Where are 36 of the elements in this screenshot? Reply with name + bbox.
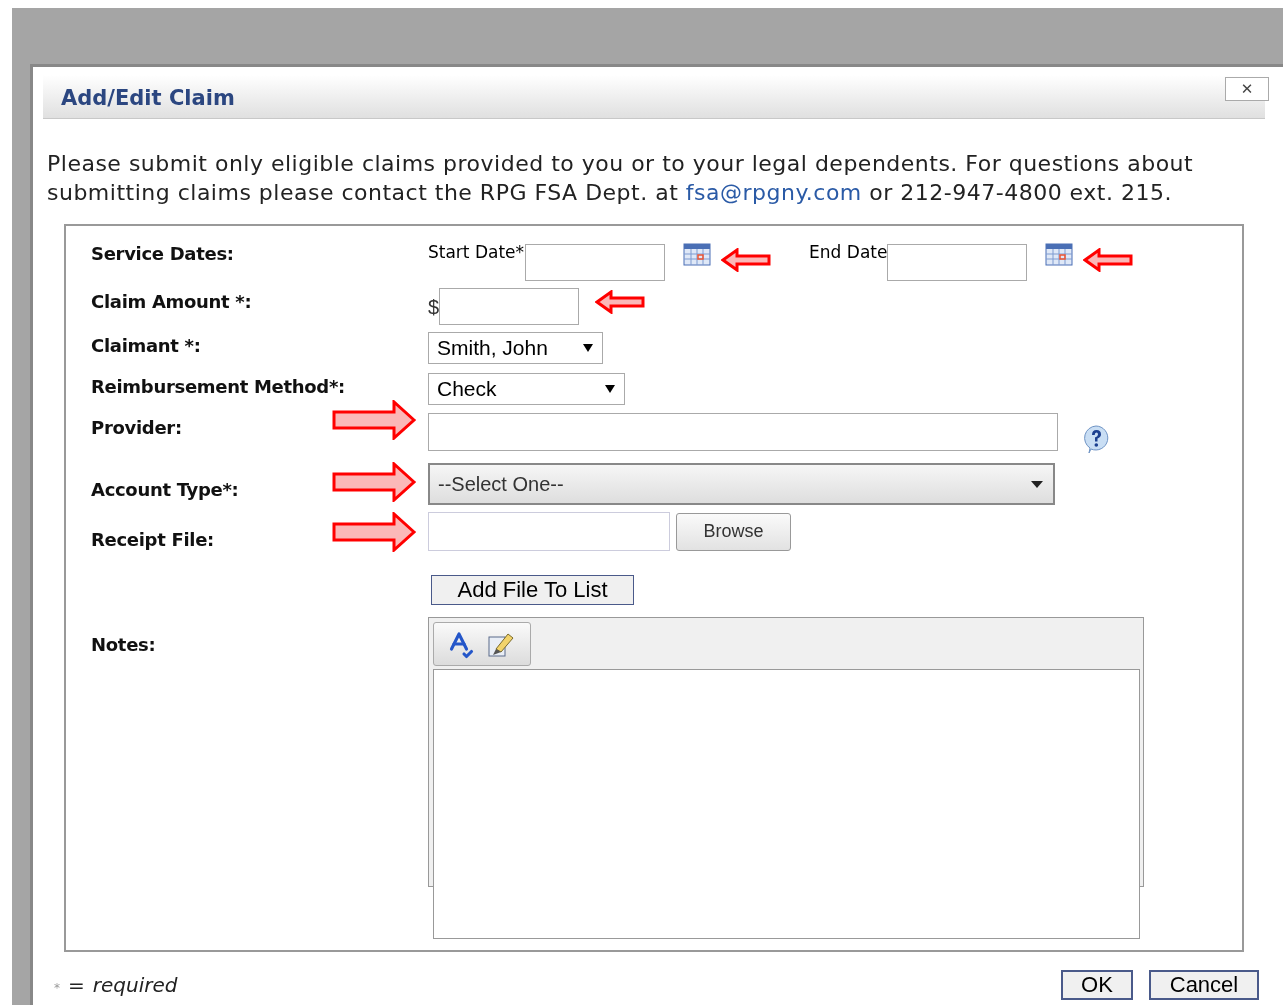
caret-icon <box>604 384 616 394</box>
browse-button[interactable]: Browse <box>676 512 791 551</box>
legend-text: required <box>92 972 178 999</box>
help-icon[interactable] <box>1081 424 1111 454</box>
field-label: Provider: <box>91 416 182 440</box>
add-file-button[interactable]: Add File To List <box>431 575 634 605</box>
receipt-file-field[interactable] <box>428 512 670 551</box>
field-label: Claim Amount *: <box>91 290 252 314</box>
dialog-button[interactable]: Cancel <box>1149 970 1259 1000</box>
dialog-button[interactable]: OK <box>1061 970 1133 1000</box>
caret-icon <box>1031 480 1043 488</box>
dropdown[interactable]: Smith, John <box>428 332 603 364</box>
end-date-field[interactable] <box>887 244 1028 281</box>
start-date-label: Start Date* <box>428 241 525 264</box>
field-label: Reimbursement Method*: <box>91 375 345 399</box>
claim-amount-field[interactable] <box>439 288 580 325</box>
required-mark: * <box>54 980 60 997</box>
currency-symbol: $ <box>428 295 440 320</box>
field-label: Claimant *: <box>91 334 201 358</box>
field-label: Notes: <box>91 633 156 657</box>
calendar-icon[interactable] <box>1045 242 1074 266</box>
account-type-dropdown[interactable]: --Select One-- <box>428 463 1055 505</box>
field-label: Account Type*: <box>91 478 239 502</box>
caret-icon <box>582 343 594 353</box>
field-label: Service Dates: <box>91 242 234 266</box>
email-link[interactable]: fsa@rpgny.com <box>685 180 862 205</box>
provider-field[interactable] <box>428 413 1058 451</box>
close-button[interactable]: ✕ <box>1225 77 1269 101</box>
legend-equals: = <box>68 972 85 999</box>
start-date-field[interactable] <box>525 244 666 281</box>
intro-text: Please submit only eligible claims provided to you or to your legal dependents. For questions about submitting claims please contact the RPG FSA Dept. at fsa@rpgny.com or 212-947-4800 ext. 215. <box>47 150 1195 207</box>
dropdown[interactable]: Check <box>428 373 625 405</box>
calendar-icon[interactable] <box>683 242 712 266</box>
field-label: Receipt File: <box>91 528 214 552</box>
dialog-title: Add/Edit Claim <box>61 84 235 112</box>
end-date-label: End Date <box>809 241 888 264</box>
